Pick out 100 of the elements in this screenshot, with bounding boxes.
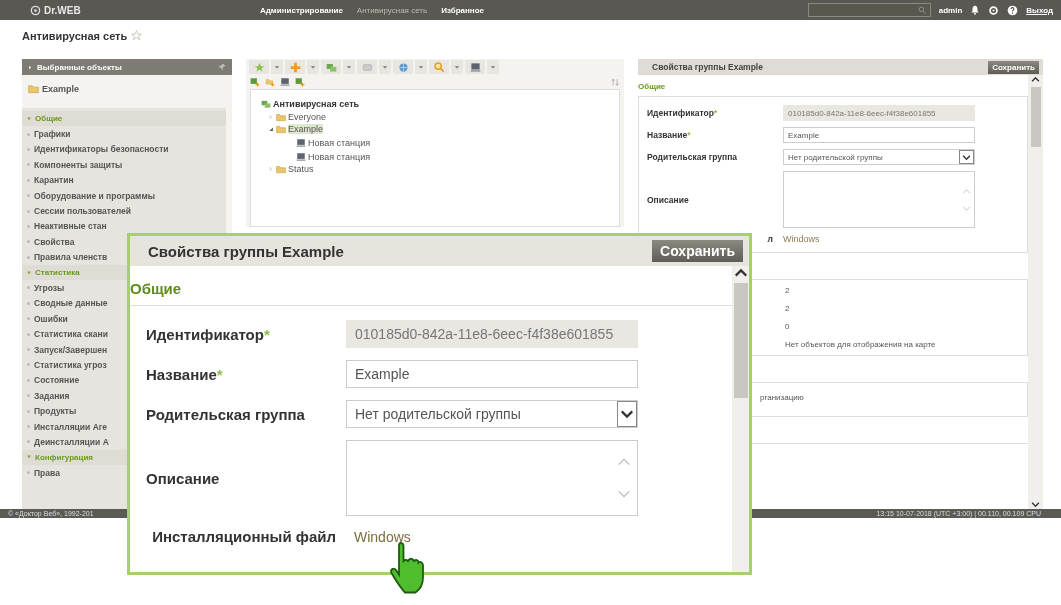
- menu-item[interactable]: Сессии пользователей: [27, 203, 131, 219]
- description-field[interactable]: [346, 440, 638, 516]
- field-label: Название*: [146, 365, 224, 383]
- caret-icon: [346, 64, 352, 70]
- menu-item[interactable]: Деинсталляции А: [27, 434, 109, 450]
- logo-icon: [30, 4, 41, 16]
- dropdown-button[interactable]: [451, 60, 463, 74]
- dropdown-button[interactable]: [343, 60, 355, 74]
- menu-item[interactable]: Графики: [27, 126, 71, 142]
- tree-node[interactable]: Антивирусная сеть: [261, 98, 360, 110]
- toolbar-button[interactable]: [465, 60, 485, 74]
- menu-item[interactable]: Оборудование и программы: [27, 187, 155, 204]
- caret-icon: [274, 64, 280, 70]
- tool-icon: [253, 61, 265, 73]
- info-text: рганизацию: [760, 393, 804, 402]
- panel-title: Свойства группы Example: [148, 242, 344, 260]
- favorite-item[interactable]: Example: [28, 83, 226, 94]
- toolbar-button[interactable]: [393, 60, 413, 74]
- nav-link[interactable]: Избранное: [441, 5, 484, 15]
- field-label: Идентификатор*: [146, 325, 271, 343]
- menu-item[interactable]: Состояние: [27, 372, 80, 389]
- tree-node[interactable]: Новая станция: [288, 151, 371, 163]
- parent-group-dropdown[interactable]: Нет родительской группы: [346, 400, 638, 428]
- save-button[interactable]: Сохранить: [652, 240, 743, 262]
- tool-icon: [433, 61, 445, 73]
- menu-item[interactable]: Идентификаторы безопасности: [27, 141, 169, 158]
- scroll-down-icon: [962, 203, 971, 213]
- menu-item[interactable]: Задания: [27, 388, 70, 404]
- triangle-icon: [28, 64, 33, 70]
- caret-icon: [382, 64, 388, 70]
- save-button[interactable]: Сохранить: [988, 60, 1039, 74]
- user-name[interactable]: admin: [938, 5, 963, 15]
- scroll-up-icon: [1031, 75, 1040, 84]
- pin-icon: [218, 63, 226, 71]
- tool-icon: [361, 61, 373, 73]
- computer-icon: [296, 138, 306, 148]
- field-label: Описание: [146, 469, 221, 487]
- star-icon[interactable]: [131, 30, 143, 41]
- install-file-link[interactable]: Windows: [346, 528, 411, 545]
- dropdown-button[interactable]: [487, 60, 499, 74]
- caret-icon: [490, 64, 496, 70]
- network-icon: [261, 99, 271, 109]
- menu-item[interactable]: Угрозы: [27, 280, 65, 296]
- panel-title: Свойства группы Example: [652, 62, 763, 72]
- name-field[interactable]: Example: [783, 127, 975, 143]
- toolbar-button[interactable]: [321, 60, 341, 74]
- field-label: Инсталляционный файл: [152, 528, 336, 545]
- menu-item[interactable]: Статистика скани: [27, 326, 108, 342]
- dropdown-button[interactable]: [415, 60, 427, 74]
- menu-item[interactable]: Права: [27, 465, 60, 481]
- dropdown-button[interactable]: [379, 60, 391, 74]
- menu-item[interactable]: Компоненты защиты: [27, 157, 123, 173]
- install-file-link[interactable]: Windows: [783, 234, 820, 244]
- description-field[interactable]: [783, 171, 975, 228]
- help-icon[interactable]: [1007, 4, 1019, 16]
- menu-item[interactable]: Продукты: [27, 403, 77, 419]
- id-field[interactable]: 010185d0-842a-11e8-6eec-f4f38e601855: [346, 320, 638, 348]
- field-label: л: [767, 234, 773, 244]
- field-label: Название*: [647, 130, 692, 140]
- dropdown-button[interactable]: [307, 60, 319, 74]
- scrollbar-thumb[interactable]: [733, 283, 748, 398]
- sidebar-title: Выбранные объекты: [37, 62, 123, 72]
- logout-link[interactable]: Выход: [1026, 5, 1053, 15]
- menu-item[interactable]: Правила членств: [27, 249, 108, 265]
- caret-icon: [454, 64, 460, 70]
- scrollbar-thumb[interactable]: [1030, 87, 1041, 147]
- scrollbar[interactable]: [1028, 75, 1043, 509]
- logo-text: Dr.WEB: [44, 4, 81, 16]
- menu-item[interactable]: Статистика угроз: [27, 357, 107, 373]
- name-field[interactable]: Example: [346, 360, 638, 388]
- folder-icon: [28, 83, 39, 94]
- scrollbar[interactable]: [732, 266, 749, 572]
- field-label: Родительская группа: [647, 152, 739, 162]
- id-field[interactable]: 010185d0-842a-11e8-6eec-f4f38e601855: [783, 105, 975, 121]
- page-title: Антивирусная сеть: [22, 29, 128, 42]
- caret-icon: [310, 64, 316, 70]
- sidebar-header[interactable]: Выбранные объекты: [22, 59, 232, 75]
- menu-item[interactable]: Свойства: [27, 234, 75, 250]
- tree-node[interactable]: Everyone: [268, 111, 327, 123]
- info-value: 2: [785, 304, 791, 313]
- sort-icon[interactable]: [611, 77, 620, 87]
- info-value: Нет объектов для отображения на карте: [785, 340, 937, 349]
- nav-link[interactable]: Администрирование: [260, 5, 343, 15]
- parent-group-dropdown[interactable]: Нет родительской группы: [783, 149, 975, 165]
- section-title: Общие: [130, 266, 732, 306]
- menu-item[interactable]: Запуск/Завершен: [27, 341, 108, 358]
- tool-icon: [289, 61, 301, 73]
- section-title: Общие: [638, 81, 667, 93]
- nav-link[interactable]: Антивирусная сеть: [356, 5, 428, 15]
- search-field[interactable]: [807, 3, 931, 17]
- tool-icon: [469, 61, 481, 73]
- menu-item[interactable]: Карантин: [27, 172, 74, 188]
- dropdown-button[interactable]: [271, 60, 283, 74]
- menu-item[interactable]: Ошибки: [27, 311, 68, 327]
- menu-item[interactable]: Сводные данные: [27, 295, 108, 312]
- menu-item[interactable]: Инсталляции Аге: [27, 418, 108, 435]
- menu-item[interactable]: Неактивные стан: [27, 218, 107, 235]
- bell-icon[interactable]: [970, 5, 981, 15]
- tree-node[interactable]: Status: [268, 163, 314, 175]
- tree-node[interactable]: Новая станция: [288, 137, 371, 149]
